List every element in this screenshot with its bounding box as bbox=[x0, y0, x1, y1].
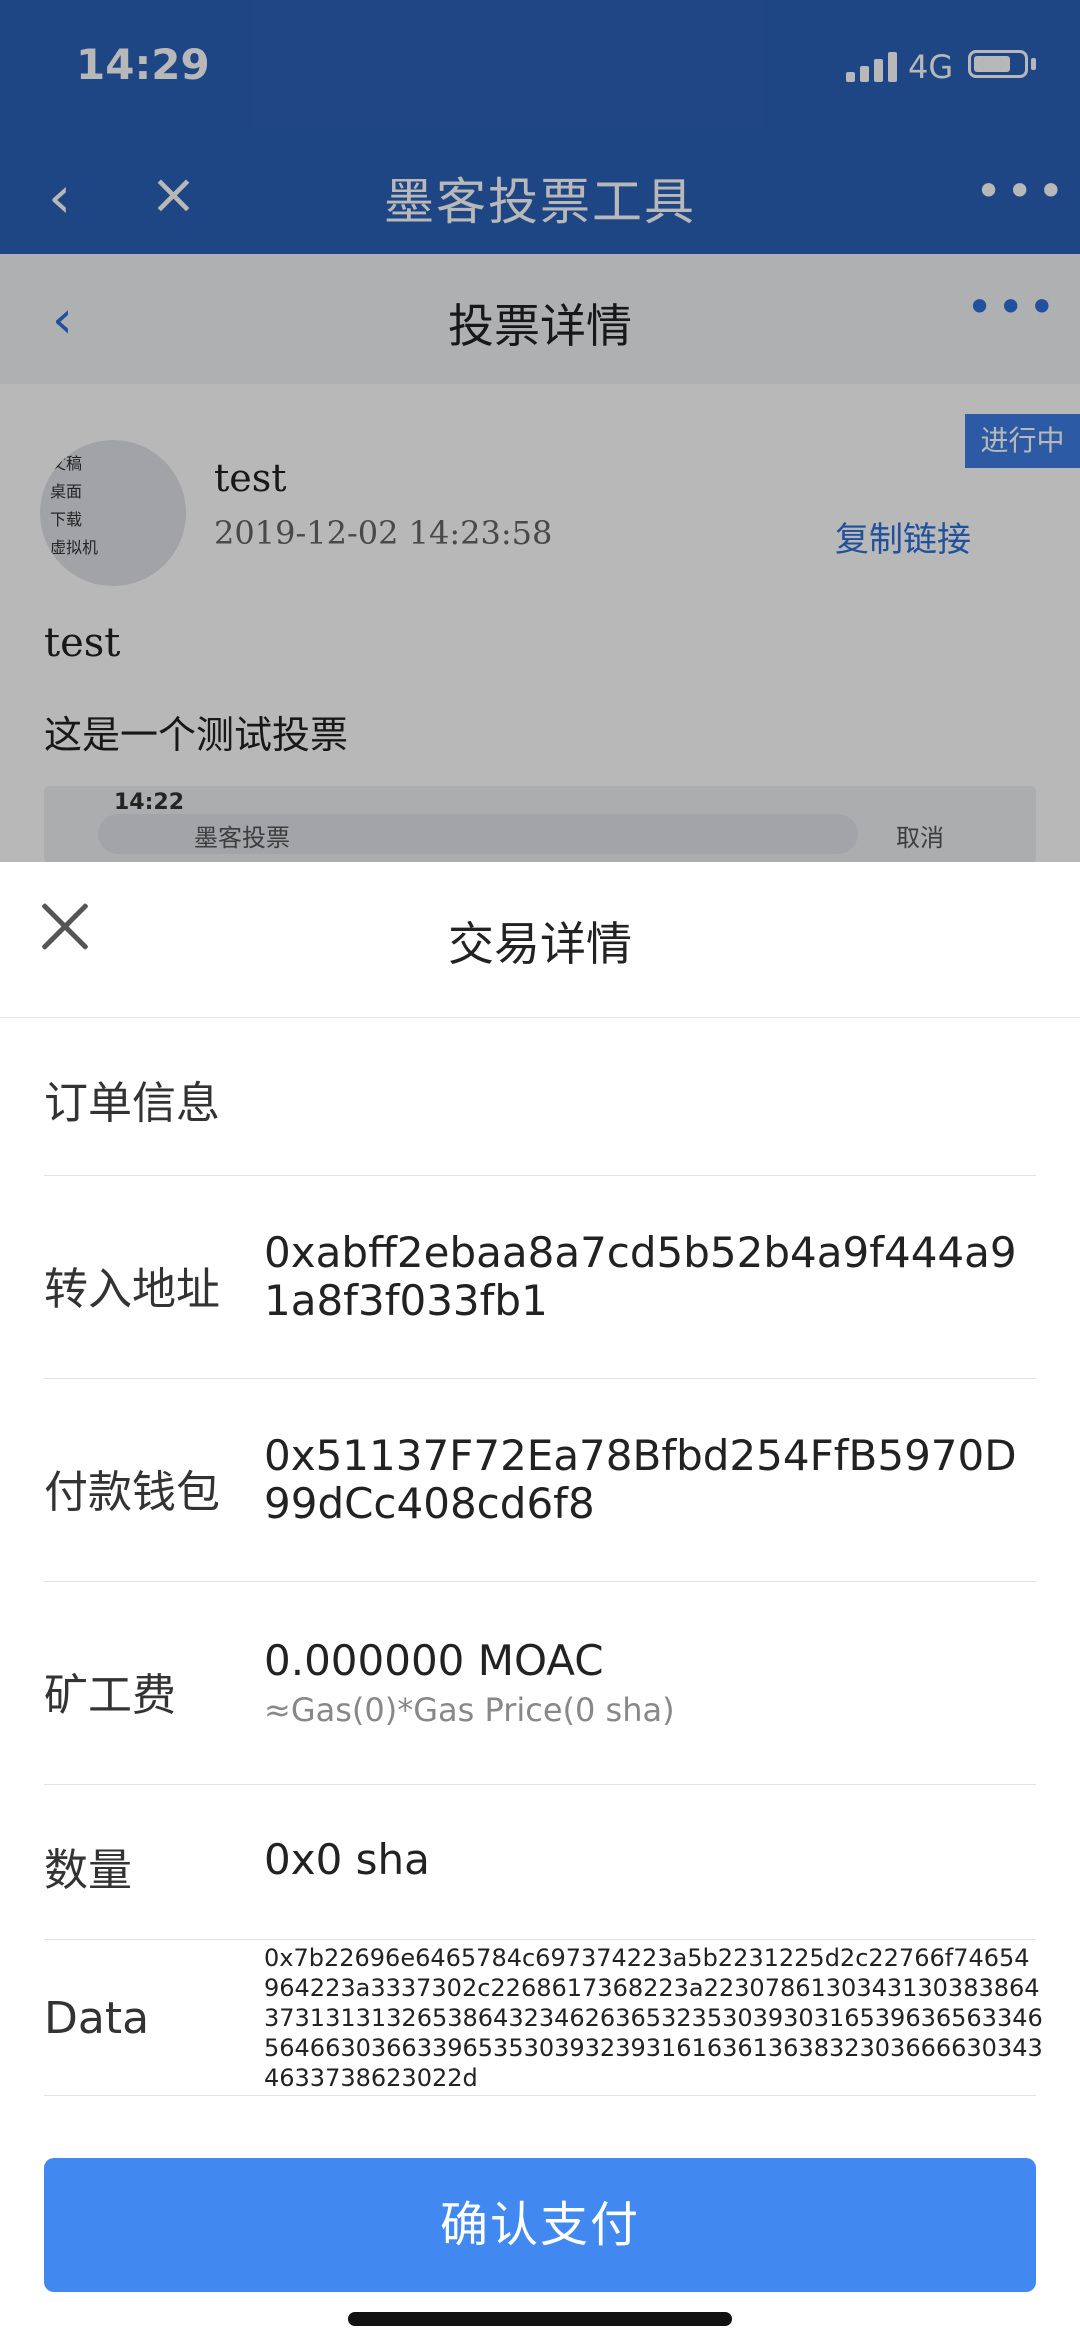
to-address-label: 转入地址 bbox=[44, 1264, 220, 1315]
amount-value: 0x0 sha bbox=[264, 1835, 430, 1884]
fee-detail: ≈Gas(0)*Gas Price(0 sha) bbox=[264, 1691, 675, 1729]
data-row: Data 0x7b22696e6465784c697374223a5b22312… bbox=[44, 1939, 1043, 2096]
from-wallet-value: 0x51137F72Ea78Bfbd254FfB5970D99dCc408cd6… bbox=[264, 1431, 1017, 1528]
to-address-row: 转入地址 0xabff2ebaa8a7cd5b52b4a9f444a91a8f3… bbox=[44, 1175, 1036, 1379]
transaction-sheet: 交易详情 订单信息 转入地址 0xabff2ebaa8a7cd5b52b4a9f… bbox=[0, 862, 1080, 2339]
home-indicator[interactable] bbox=[348, 2312, 732, 2326]
fee-label: 矿工费 bbox=[44, 1670, 176, 1721]
amount-label: 数量 bbox=[44, 1845, 132, 1896]
sheet-title: 交易详情 bbox=[448, 917, 632, 971]
sheet-header: 交易详情 bbox=[0, 862, 1080, 1018]
fee-value: 0.000000 MOAC bbox=[264, 1636, 604, 1685]
order-info-label: 订单信息 bbox=[44, 1078, 220, 1129]
from-wallet-label: 付款钱包 bbox=[44, 1467, 220, 1518]
data-label: Data bbox=[44, 1993, 150, 2044]
to-address-value: 0xabff2ebaa8a7cd5b52b4a9f444a91a8f3f033f… bbox=[264, 1228, 1017, 1325]
fee-row: 矿工费 0.000000 MOAC ≈Gas(0)*Gas Price(0 sh… bbox=[44, 1581, 1036, 1785]
from-wallet-row: 付款钱包 0x51137F72Ea78Bfbd254FfB5970D99dCc4… bbox=[44, 1378, 1036, 1582]
confirm-payment-button[interactable]: 确认支付 bbox=[44, 2158, 1036, 2292]
amount-row: 数量 0x0 sha bbox=[44, 1784, 1036, 1940]
data-value: 0x7b22696e6465784c697374223a5b2231225d2c… bbox=[264, 1944, 1043, 2092]
modal-backdrop[interactable] bbox=[0, 0, 1080, 862]
order-info-row: 订单信息 bbox=[44, 1017, 1036, 1176]
